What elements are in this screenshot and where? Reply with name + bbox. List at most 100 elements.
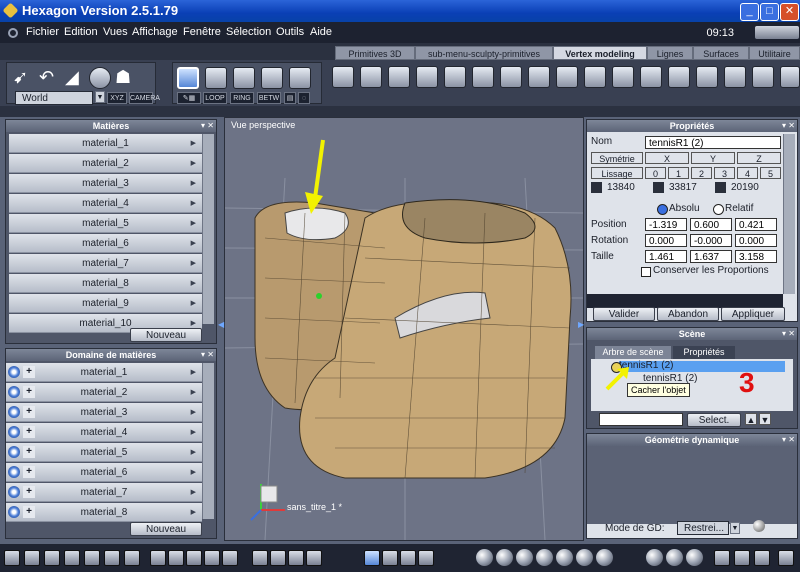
left-collapse-icon[interactable]: ◀ — [218, 320, 224, 330]
material-list-item[interactable]: material_8 ▶ — [9, 274, 202, 293]
occlusion-icon[interactable] — [686, 549, 703, 566]
smoothing-level-button[interactable]: 5 — [760, 167, 781, 179]
gd-mode-dropdown-icon[interactable]: ▼ — [730, 522, 740, 534]
inset-icon[interactable] — [416, 66, 438, 88]
shell-icon[interactable] — [752, 66, 774, 88]
smoothing-level-button[interactable]: 4 — [737, 167, 758, 179]
maximize-button[interactable]: □ — [760, 3, 779, 21]
more-tools-icon[interactable] — [780, 66, 800, 88]
expand-arrow-icon[interactable]: ▶ — [191, 403, 196, 422]
visibility-eye-icon[interactable] — [8, 446, 20, 458]
add-icon[interactable]: + — [23, 446, 35, 458]
cancel-button[interactable]: Abandon — [657, 307, 719, 321]
tab-primitives-3d[interactable]: Primitives 3D — [335, 46, 415, 60]
render-gouraud-icon[interactable] — [576, 549, 593, 566]
size-x-field[interactable]: 1.461 — [645, 250, 687, 263]
panel-controls[interactable]: ▾ ✕ — [782, 329, 795, 338]
expand-arrow-icon[interactable]: ▶ — [191, 194, 196, 213]
panel-controls[interactable]: ▾ ✕ — [201, 350, 214, 359]
domain-scrollbar[interactable] — [202, 363, 214, 519]
fill-hole-icon[interactable] — [612, 66, 634, 88]
smoothing-button[interactable]: Lissage — [591, 167, 643, 179]
render-shaded-icon[interactable] — [556, 549, 573, 566]
visibility-eye-icon[interactable] — [8, 486, 20, 498]
weld-icon[interactable] — [500, 66, 522, 88]
tab-surfaces[interactable]: Surfaces — [693, 46, 749, 60]
domain-list-item[interactable]: + material_8 ▶ — [6, 503, 202, 522]
grid-toggle-icon[interactable] — [204, 550, 220, 566]
menu-aide[interactable]: Aide — [310, 26, 332, 38]
grid-view-icon[interactable] — [186, 550, 202, 566]
tab-scene-properties[interactable]: Propriétés — [673, 346, 735, 359]
domain-list-item[interactable]: + material_7 ▶ — [6, 483, 202, 502]
menu-outils[interactable]: Outils — [276, 26, 304, 38]
absolute-radio[interactable] — [657, 204, 668, 215]
symmetry-x-button[interactable]: X — [645, 152, 689, 164]
grid-options-icon[interactable] — [222, 550, 238, 566]
menu-vues[interactable]: Vues — [103, 26, 128, 38]
smooth-icon[interactable] — [668, 66, 690, 88]
tab-sculpty-primitives[interactable]: sub-menu-sculpty-primitives — [415, 46, 553, 60]
properties-scrollbar[interactable] — [783, 134, 795, 294]
add-icon[interactable]: + — [23, 466, 35, 478]
face-select-icon[interactable] — [205, 67, 227, 89]
render-smooth-icon[interactable] — [516, 549, 533, 566]
slice-icon[interactable] — [584, 66, 606, 88]
panel-controls[interactable]: ▾ ✕ — [201, 121, 214, 130]
expand-arrow-icon[interactable]: ▶ — [191, 383, 196, 402]
tab-utilitaire[interactable]: Utilitaire — [749, 46, 800, 60]
material-list-item[interactable]: material_1 ▶ — [9, 134, 202, 153]
preview-render-icon[interactable] — [714, 550, 730, 566]
move-icon[interactable]: ◢ — [65, 67, 87, 89]
scene-up-icon[interactable]: ▲ — [745, 413, 757, 425]
apply-button[interactable]: Appliquer — [721, 307, 785, 321]
render-transparent-icon[interactable] — [596, 549, 613, 566]
gd-sphere-icon[interactable] — [753, 520, 765, 532]
app-menu-icon[interactable] — [8, 28, 18, 38]
loop-button[interactable]: LOOP — [203, 92, 227, 104]
layout-1-icon[interactable] — [4, 550, 20, 566]
material-list-item[interactable]: material_2 ▶ — [9, 154, 202, 173]
menu-fenetre[interactable]: Fenêtre — [183, 26, 221, 38]
invert-select-icon[interactable]: ◌ — [298, 92, 310, 104]
object-select-icon[interactable] — [177, 67, 199, 89]
expand-arrow-icon[interactable]: ▶ — [191, 234, 196, 253]
visibility-eye-icon[interactable] — [8, 386, 20, 398]
expand-arrow-icon[interactable]: ▶ — [191, 154, 196, 173]
validate-button[interactable]: Valider — [593, 307, 655, 321]
expand-arrow-icon[interactable]: ▶ — [191, 274, 196, 293]
vertex-select-icon[interactable] — [261, 67, 283, 89]
layout-6-icon[interactable] — [104, 550, 120, 566]
minimize-button[interactable]: _ — [740, 3, 759, 21]
extrude-icon[interactable] — [332, 66, 354, 88]
expand-arrow-icon[interactable]: ▶ — [191, 294, 196, 313]
auto-select-icon[interactable] — [289, 67, 311, 89]
size-z-field[interactable]: 3.158 — [735, 250, 777, 263]
bevel-icon[interactable] — [360, 66, 382, 88]
ring-button[interactable]: RING — [230, 92, 254, 104]
expand-arrow-icon[interactable]: ▶ — [191, 363, 196, 382]
expand-arrow-icon[interactable]: ▶ — [191, 134, 196, 153]
paint-select-icon[interactable]: ✎▦ — [177, 92, 201, 104]
panel-controls[interactable]: ▾ ✕ — [782, 435, 795, 444]
keep-proportions-checkbox[interactable] — [641, 267, 651, 277]
scale-icon[interactable]: ☗ — [115, 67, 137, 89]
position-x-field[interactable]: -1.319 — [645, 218, 687, 231]
domain-list-item[interactable]: + material_3 ▶ — [6, 403, 202, 422]
material-view-icon[interactable] — [754, 550, 770, 566]
orbit-icon[interactable] — [306, 550, 322, 566]
menu-fichier[interactable]: Fichier — [26, 26, 59, 38]
visibility-eye-icon[interactable] — [8, 406, 20, 418]
camera-view-icon[interactable] — [734, 550, 750, 566]
symmetry-z-button[interactable]: Z — [737, 152, 781, 164]
material-list-item[interactable]: material_7 ▶ — [9, 254, 202, 273]
flip-icon[interactable] — [640, 66, 662, 88]
rotation-y-field[interactable]: -0.000 — [690, 234, 732, 247]
move-view-icon[interactable] — [364, 550, 380, 566]
material-list-item[interactable]: material_9 ▶ — [9, 294, 202, 313]
select-arrow-icon[interactable]: ➹ — [13, 67, 35, 89]
tab-vertex-modeling[interactable]: Vertex modeling — [553, 46, 647, 60]
add-icon[interactable]: + — [23, 426, 35, 438]
render-textured-icon[interactable] — [536, 549, 553, 566]
add-icon[interactable]: + — [23, 386, 35, 398]
